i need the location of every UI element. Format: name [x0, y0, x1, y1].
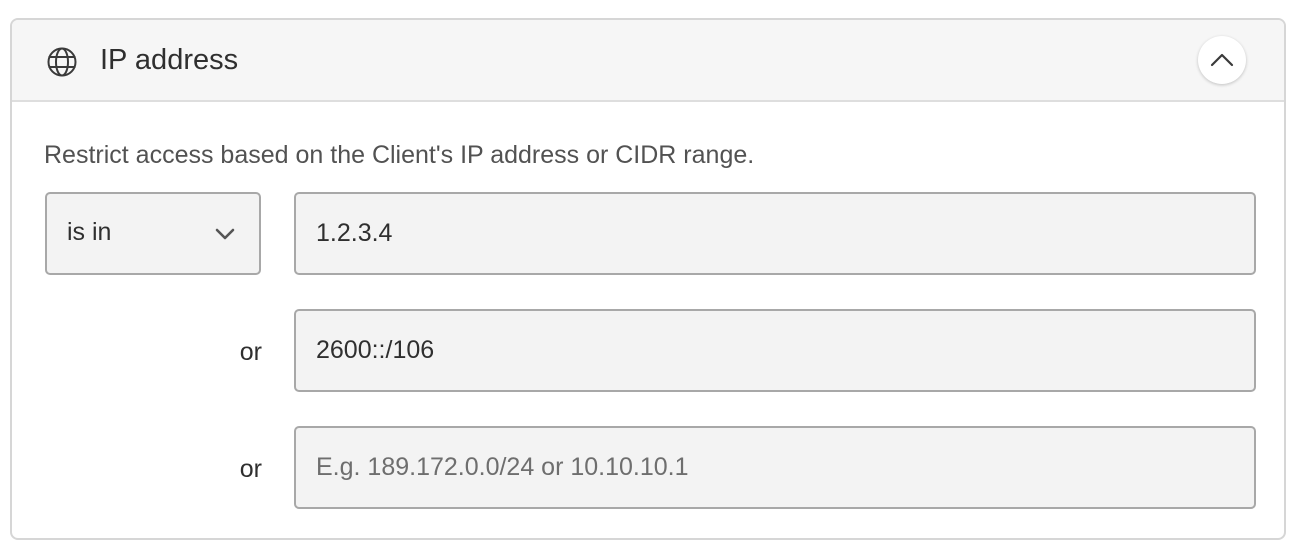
chevron-up-icon [1210, 53, 1234, 67]
ip-input-2[interactable] [294, 309, 1256, 392]
collapse-button[interactable] [1198, 36, 1246, 84]
panel-header[interactable]: IP address [12, 20, 1284, 102]
ip-input-1[interactable] [294, 192, 1256, 275]
panel-title: IP address [100, 44, 239, 76]
globe-icon [47, 47, 77, 77]
chevron-down-icon [215, 228, 235, 240]
ip-input-3[interactable] [294, 426, 1256, 509]
or-label: or [239, 455, 262, 483]
description-text: Restrict access based on the Client's IP… [44, 141, 755, 169]
operator-selected-value: is in [67, 218, 112, 246]
ip-address-panel: IP address Restrict access based on the … [10, 18, 1286, 540]
operator-select[interactable]: is in [45, 192, 261, 275]
or-label: or [239, 338, 262, 366]
